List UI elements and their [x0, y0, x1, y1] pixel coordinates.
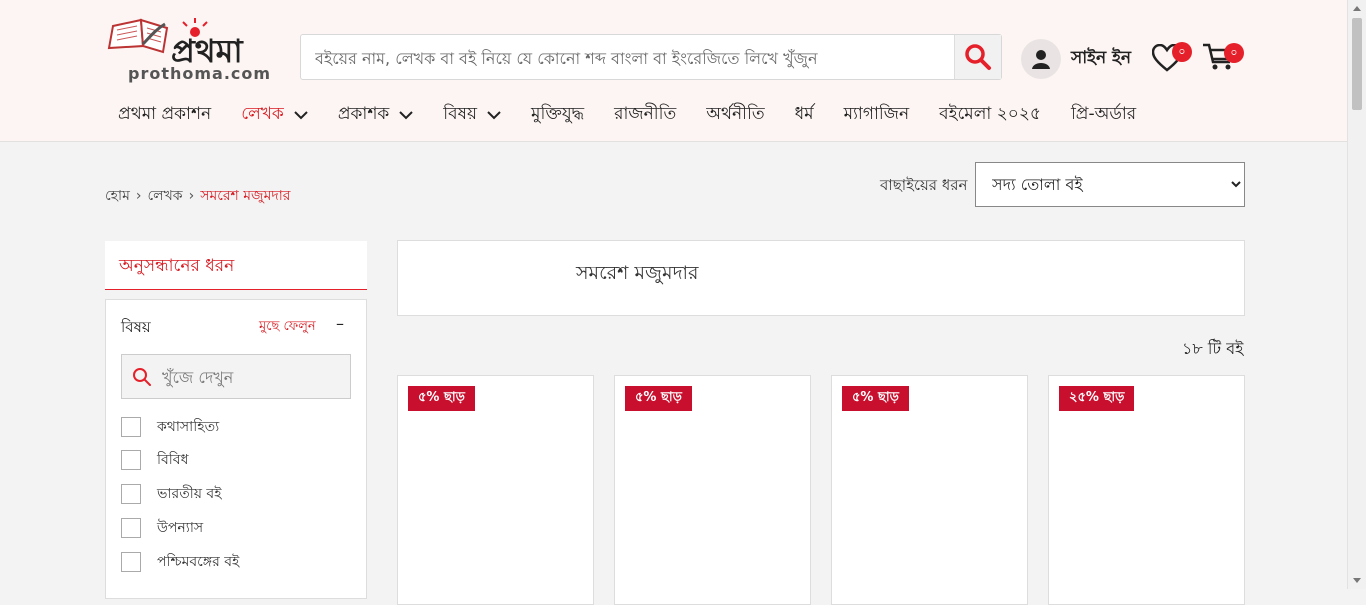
- chevron-down-icon: [487, 110, 501, 119]
- filter-search-input[interactable]: [160, 355, 344, 400]
- breadcrumb: হোম › লেখক › সমরেশ মজুমদার: [105, 184, 290, 208]
- filter-heading-label: অনুসন্ধানের ধরন: [119, 256, 235, 276]
- filter-option[interactable]: কথাসাহিত্য: [121, 415, 219, 439]
- wishlist-count-badge: ০: [1172, 42, 1192, 62]
- breadcrumb-separator: ›: [135, 188, 142, 204]
- search-button[interactable]: [954, 35, 1001, 79]
- nav-label: ধর্ম: [794, 104, 814, 124]
- filter-heading: অনুসন্ধানের ধরন: [105, 241, 367, 290]
- chevron-down-icon: [399, 110, 414, 119]
- author-card: সমরেশ মজুমদার: [397, 240, 1245, 316]
- filter-option-label: বিবিধ: [157, 452, 189, 468]
- discount-badge: ৫% ছাড়: [625, 386, 692, 411]
- breadcrumb-separator: ›: [188, 188, 195, 204]
- product-card[interactable]: ৫% ছাড়: [397, 375, 594, 605]
- nav-item-pre-order[interactable]: প্রি-অর্ডার: [1071, 101, 1136, 129]
- breadcrumb-current: সমরেশ মজুমদার: [200, 188, 291, 204]
- discount-badge: ৫% ছাড়: [408, 386, 475, 411]
- nav-label: প্রি-অর্ডার: [1070, 104, 1137, 124]
- search-icon: [133, 368, 151, 386]
- filter-option-label: কথাসাহিত্য: [157, 419, 220, 435]
- nav-item-prothoma-prokashon[interactable]: প্রথমা প্রকাশন: [118, 101, 211, 129]
- product-card[interactable]: ২৫% ছাড়: [1048, 375, 1245, 605]
- breadcrumb-home[interactable]: হোম: [105, 184, 130, 208]
- nav-label: প্রথমা প্রকাশন: [118, 104, 212, 124]
- discount-badge: ২৫% ছাড়: [1059, 386, 1135, 411]
- nav-label: ম্যাগাজিন: [843, 104, 910, 124]
- cart-button[interactable]: ০: [1202, 42, 1246, 76]
- page-scrollbar[interactable]: [1347, 0, 1366, 589]
- wishlist-button[interactable]: ০: [1152, 42, 1192, 76]
- product-card[interactable]: ৫% ছাড়: [614, 375, 811, 605]
- nav-item-publishers[interactable]: প্রকাশক: [337, 101, 414, 129]
- scroll-down-arrow-icon[interactable]: [1353, 578, 1361, 583]
- clear-filter-button[interactable]: মুছে ফেলুন: [259, 317, 316, 338]
- signin-label: সাইন ইন: [1071, 48, 1132, 68]
- author-name: সমরেশ মজুমদার: [576, 262, 699, 284]
- sort-label: বাছাইয়ের ধরন: [880, 176, 968, 194]
- filter-option-label: পশ্চিমবঙ্গের বই: [157, 554, 240, 570]
- breadcrumb-section[interactable]: লেখক: [147, 184, 182, 208]
- filter-option-label: উপন্যাস: [157, 520, 204, 536]
- scroll-thumb[interactable]: [1352, 18, 1362, 110]
- collapse-filter-button[interactable]: –: [336, 314, 344, 333]
- nav-item-subjects[interactable]: বিষয়: [443, 101, 501, 129]
- filter-group-title: বিষয়: [121, 318, 151, 336]
- nav-label: মুক্তিযুদ্ধ: [531, 104, 585, 124]
- nav-label: রাজনীতি: [614, 104, 677, 124]
- nav-item-authors[interactable]: লেখক: [241, 101, 308, 129]
- filter-option[interactable]: উপন্যাস: [121, 516, 203, 540]
- product-card[interactable]: ৫% ছাড়: [831, 375, 1028, 605]
- site-header: প্রথমা prothoma.com সাইন ইন ০: [0, 0, 1348, 142]
- chevron-down-icon: [294, 110, 308, 119]
- nav-item-economics[interactable]: অর্থনীতি: [706, 101, 764, 129]
- filter-option[interactable]: পশ্চিমবঙ্গের বই: [121, 550, 239, 574]
- checkbox[interactable]: [121, 518, 141, 538]
- subject-filter-panel: বিষয় মুছে ফেলুন – কথাসাহিত্য বিবিধ ভারত…: [105, 299, 367, 599]
- nav-label: লেখক: [241, 104, 284, 124]
- user-avatar-icon: [1021, 39, 1061, 79]
- sort-select[interactable]: সদ্য তোলা বই: [975, 162, 1245, 207]
- discount-badge: ৫% ছাড়: [842, 386, 909, 411]
- nav-label: বিষয়: [443, 104, 478, 124]
- signin-button[interactable]: সাইন ইন: [1021, 39, 1131, 79]
- checkbox[interactable]: [121, 484, 141, 504]
- search-input[interactable]: [313, 35, 947, 81]
- scroll-up-arrow-icon[interactable]: [1353, 6, 1361, 11]
- nav-label: প্রকাশক: [337, 104, 390, 124]
- nav-item-politics[interactable]: রাজনীতি: [614, 101, 676, 129]
- filter-option-label: ভারতীয় বই: [157, 486, 222, 502]
- search-bar: [300, 34, 1002, 81]
- filter-option[interactable]: বিবিধ: [121, 448, 188, 472]
- main-nav: প্রথমা প্রকাশন লেখক প্রকাশক বিষয় মুক্তি…: [118, 102, 1166, 128]
- nav-item-magazine[interactable]: ম্যাগাজিন: [844, 101, 910, 129]
- nav-label: বইমেলা ২০২৫: [939, 104, 1041, 124]
- filter-option[interactable]: ভারতীয় বই: [121, 482, 221, 506]
- nav-item-liberation-war[interactable]: মুক্তিযুদ্ধ: [531, 101, 584, 129]
- search-icon: [965, 44, 991, 70]
- checkbox[interactable]: [121, 450, 141, 470]
- checkbox[interactable]: [121, 417, 141, 437]
- nav-item-religion[interactable]: ধর্ম: [795, 101, 814, 129]
- logo-wordmark: prothoma.com: [128, 64, 272, 83]
- checkbox[interactable]: [121, 552, 141, 572]
- results-count: ১৮ টি বই: [1182, 339, 1244, 358]
- filter-search-box: [121, 354, 351, 400]
- nav-item-book-fair[interactable]: বইমেলা ২০২৫: [939, 101, 1041, 129]
- cart-count-badge: ০: [1224, 43, 1244, 63]
- nav-label: অর্থনীতি: [706, 104, 765, 124]
